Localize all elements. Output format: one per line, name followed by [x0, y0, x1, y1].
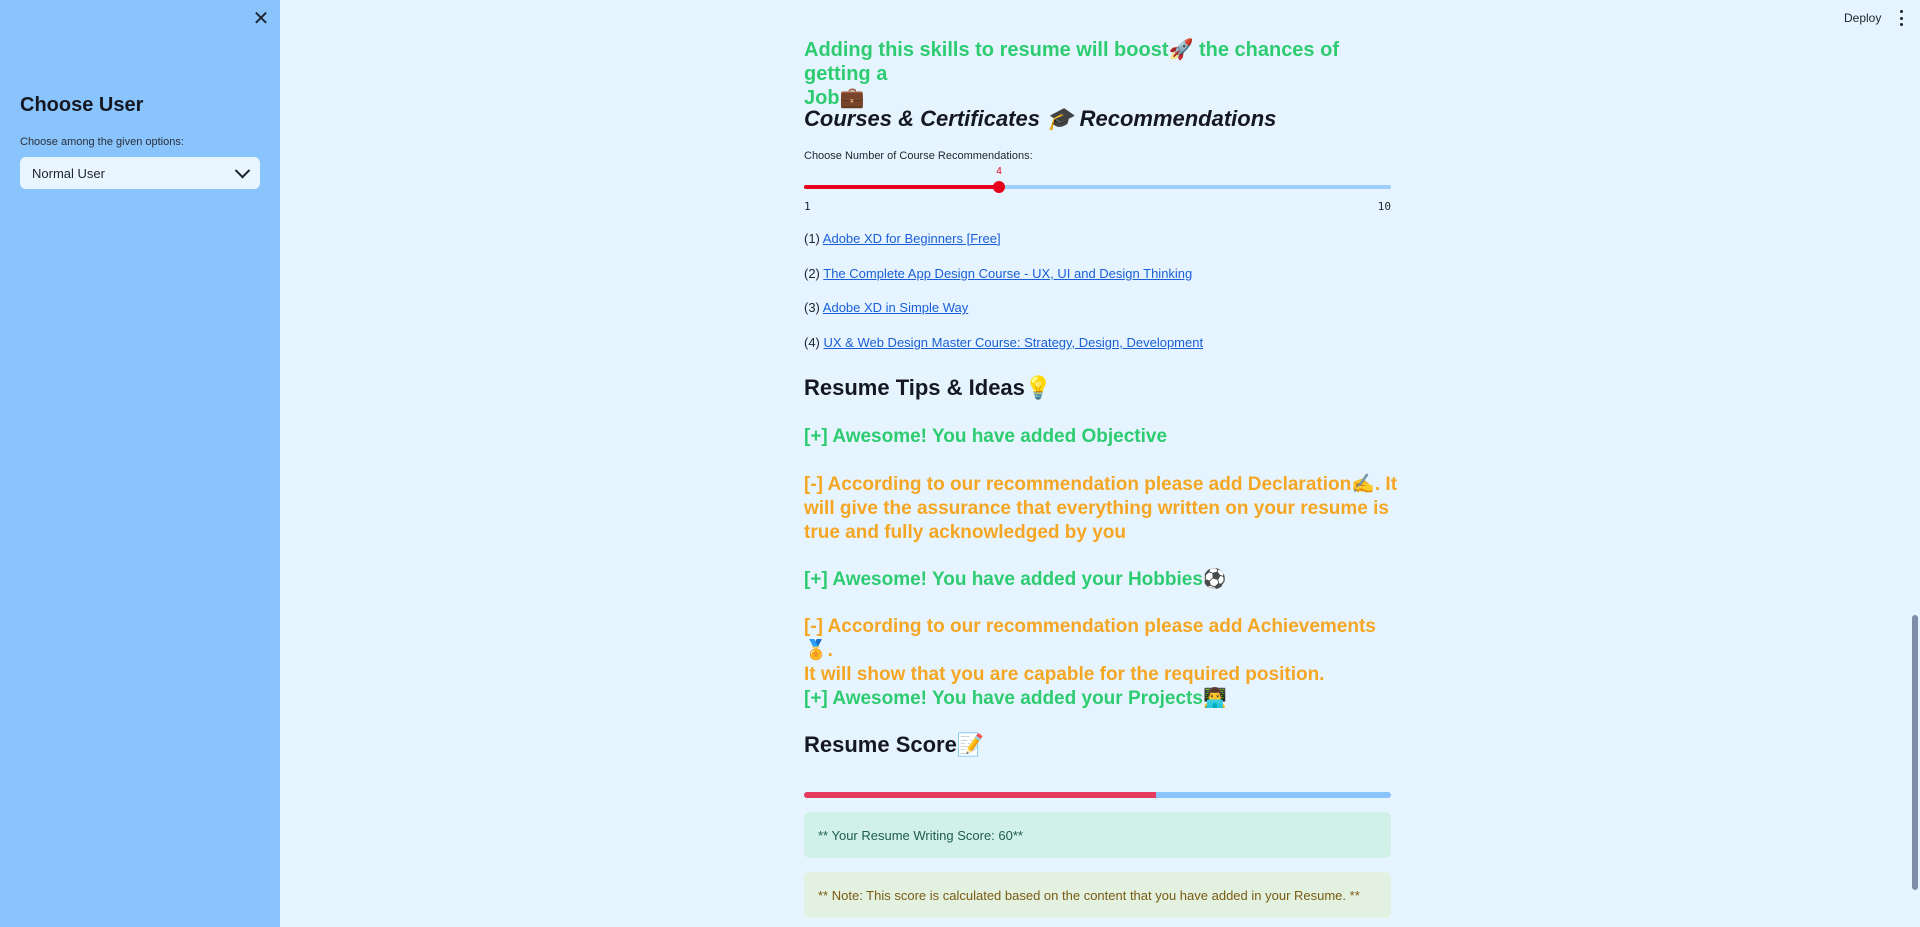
tip-achievements: [-] According to our recommendation plea…: [804, 615, 1404, 687]
tip-hobbies: [+] Awesome! You have added your Hobbies…: [804, 569, 1227, 590]
slider-thumb[interactable]: [993, 181, 1005, 193]
course-item: (3) Adobe XD in Simple Way: [804, 300, 968, 315]
note-text: ** Note: This score is calculated based …: [818, 887, 1360, 903]
slider-fill: [804, 185, 999, 189]
tips-heading: Resume Tips & Ideas💡: [804, 375, 1053, 400]
tip-projects: [+] Awesome! You have added your Project…: [804, 688, 1227, 709]
deploy-button[interactable]: Deploy: [1844, 11, 1881, 25]
main-menu-icon[interactable]: [1896, 10, 1906, 26]
slider-min-label: 1: [804, 200, 811, 213]
course-link[interactable]: UX & Web Design Master Course: Strategy,…: [824, 335, 1204, 350]
course-number: (2): [804, 266, 824, 281]
user-select-label: Choose among the given options:: [20, 136, 184, 148]
app-root: ✕ Choose User Choose among the given opt…: [0, 0, 1920, 927]
course-link[interactable]: Adobe XD in Simple Way: [823, 300, 968, 315]
score-box: ** Your Resume Writing Score: 60**: [804, 812, 1391, 858]
user-select[interactable]: Normal User: [20, 157, 260, 189]
score-progress-bar: [804, 792, 1391, 798]
sidebar-title: Choose User: [20, 94, 144, 116]
score-heading: Resume Score📝: [804, 732, 985, 757]
sidebar: ✕ Choose User Choose among the given opt…: [0, 0, 280, 927]
tip-declaration-line-1: [-] According to our recommendation plea…: [804, 474, 1398, 495]
courses-heading: Courses & Certificates 🎓 Recommendations: [804, 106, 1277, 131]
slider-max-label: 10: [1377, 200, 1391, 213]
slider-value-label: 4: [996, 166, 1002, 177]
tip-achievements-line-1: [-] According to our recommendation plea…: [804, 616, 1376, 661]
tip-achievements-line-2: It will show that you are capable for th…: [804, 664, 1325, 685]
chevron-down-icon: [234, 162, 251, 178]
course-number: (4): [804, 335, 824, 350]
course-number: (3): [804, 300, 823, 315]
user-select-value: Normal User: [32, 165, 105, 181]
tip-objective: [+] Awesome! You have added Objective: [804, 426, 1168, 447]
course-slider-label: Choose Number of Course Recommendations:: [804, 150, 1033, 162]
score-progress-fill: [804, 792, 1157, 798]
close-sidebar-icon[interactable]: ✕: [250, 8, 272, 30]
course-item: (4) UX & Web Design Master Course: Strat…: [804, 335, 1203, 350]
course-link[interactable]: Adobe XD for Beginners [Free]: [823, 231, 1001, 246]
main-scrollbar[interactable]: [1912, 615, 1918, 890]
tip-declaration: [-] According to our recommendation plea…: [804, 473, 1404, 545]
tip-declaration-line-2: will give the assurance that everything …: [804, 498, 1389, 519]
course-count-slider[interactable]: 4 1 10: [804, 166, 1391, 214]
course-number: (1): [804, 231, 823, 246]
course-link[interactable]: The Complete App Design Course - UX, UI …: [823, 266, 1192, 281]
tip-declaration-line-3: true and fully acknowledged by you: [804, 522, 1126, 543]
skills-boost-line-1: Adding this skills to resume will boost🚀…: [804, 39, 1339, 85]
skills-boost-message: Adding this skills to resume will boost🚀…: [804, 38, 1404, 110]
note-box: ** Note: This score is calculated based …: [804, 872, 1391, 918]
course-item: (2) The Complete App Design Course - UX,…: [804, 266, 1192, 281]
score-text: ** Your Resume Writing Score: 60**: [818, 827, 1023, 843]
course-item: (1) Adobe XD for Beginners [Free]: [804, 231, 1001, 246]
